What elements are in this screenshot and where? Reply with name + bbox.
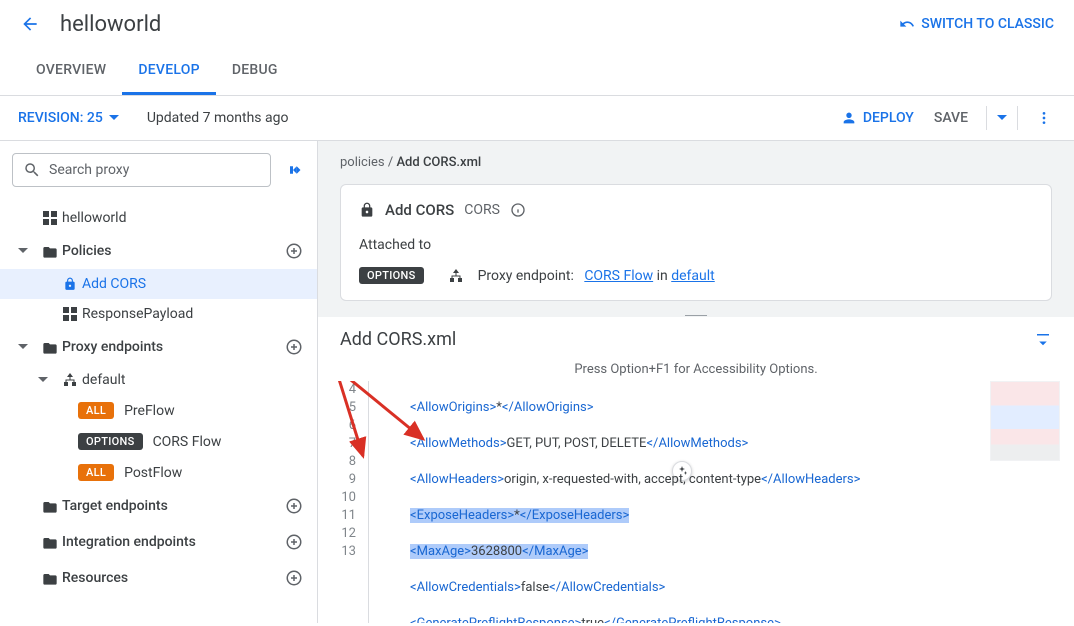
tree-resources[interactable]: Resources <box>0 560 317 596</box>
options-badge: OPTIONS <box>359 267 424 284</box>
default-link[interactable]: default <box>671 268 715 284</box>
all-badge: ALL <box>78 402 114 419</box>
undo-icon <box>899 16 915 32</box>
info-icon[interactable] <box>510 202 526 218</box>
policy-type: CORS <box>464 202 500 218</box>
folder-icon <box>38 244 62 258</box>
accessibility-banner: Press Option+F1 for Accessibility Option… <box>318 358 1074 381</box>
editor-title: Add CORS.xml <box>340 329 1034 350</box>
tree-target-endpoints[interactable]: Target endpoints <box>0 488 317 524</box>
tree-postflow[interactable]: ALL PostFlow <box>0 457 317 488</box>
fold-bar <box>368 381 382 623</box>
breadcrumb-current: Add CORS.xml <box>396 155 481 170</box>
content-area: policies / Add CORS.xml Add CORS CORS At… <box>318 141 1074 623</box>
chevron-down-icon[interactable] <box>38 375 58 385</box>
more-menu[interactable] <box>1032 106 1056 130</box>
search-icon <box>23 161 41 179</box>
tree-postflow-label: PostFlow <box>124 465 305 481</box>
tree-resources-label: Resources <box>62 570 283 586</box>
chevron-down-icon[interactable] <box>18 342 38 352</box>
chevron-down-icon <box>109 113 119 123</box>
endpoint-icon <box>448 268 464 284</box>
code-content[interactable]: <AllowOrigins>*</AllowOrigins> <AllowMet… <box>382 381 1074 623</box>
add-policy-icon[interactable] <box>283 240 305 262</box>
minimap[interactable] <box>990 381 1060 461</box>
add-target-endpoint-icon[interactable] <box>283 495 305 517</box>
chevron-down-icon[interactable] <box>18 246 38 256</box>
tab-develop[interactable]: DEVELOP <box>122 48 215 95</box>
add-resource-icon[interactable] <box>283 567 305 589</box>
tree-policies[interactable]: Policies <box>0 233 317 269</box>
divider <box>986 106 987 130</box>
tree-policies-label: Policies <box>62 243 283 259</box>
attached-to-label: Attached to <box>359 237 1033 253</box>
divider <box>1017 106 1018 130</box>
search-input[interactable] <box>49 162 260 178</box>
folder-icon <box>38 499 62 513</box>
tree-corsflow-label: CORS Flow <box>153 434 305 450</box>
deploy-icon <box>841 110 857 126</box>
tree-root[interactable]: helloworld <box>0 203 317 233</box>
updated-timestamp: Updated 7 months ago <box>147 110 841 126</box>
switch-to-classic-label: SWITCH TO CLASSIC <box>921 16 1054 32</box>
policy-info-card: Add CORS CORS Attached to OPTIONS Proxy … <box>340 184 1052 301</box>
tree-default[interactable]: default <box>0 365 317 395</box>
tree-response-payload[interactable]: ResponsePayload <box>0 299 317 329</box>
policy-title: Add CORS <box>385 201 454 219</box>
options-badge: OPTIONS <box>78 433 143 450</box>
collapse-editor-icon[interactable] <box>1034 331 1052 349</box>
code-editor[interactable]: 4 5 6 7 8 9 10 11 12 13 <AllowOrigins>*<… <box>318 381 1074 623</box>
all-badge: ALL <box>78 464 114 481</box>
breadcrumb-parent[interactable]: policies <box>340 155 385 170</box>
back-arrow-icon[interactable] <box>20 14 40 34</box>
tree-add-cors[interactable]: Add CORS <box>0 269 317 299</box>
line-gutter: 4 5 6 7 8 9 10 11 12 13 <box>318 381 368 623</box>
lock-icon <box>359 202 375 218</box>
save-dropdown[interactable] <box>993 109 1011 127</box>
folder-icon <box>38 571 62 585</box>
breadcrumb: policies / Add CORS.xml <box>318 141 1074 184</box>
tree-preflow[interactable]: ALL PreFlow <box>0 395 317 426</box>
tree-target-endpoints-label: Target endpoints <box>62 498 283 514</box>
tree-add-cors-label: Add CORS <box>82 276 305 292</box>
switch-to-classic-button[interactable]: SWITCH TO CLASSIC <box>899 16 1054 32</box>
save-button[interactable]: SAVE <box>934 110 968 126</box>
tree-proxy-endpoints[interactable]: Proxy endpoints <box>0 329 317 365</box>
endpoint-icon <box>58 372 82 388</box>
add-proxy-endpoint-icon[interactable] <box>283 336 305 358</box>
deploy-label: DEPLOY <box>863 110 914 126</box>
tree-preflow-label: PreFlow <box>124 403 305 419</box>
action-bar: REVISION: 25 Updated 7 months ago DEPLOY… <box>0 96 1074 141</box>
deploy-button[interactable]: DEPLOY <box>841 110 914 126</box>
lock-icon <box>58 277 82 291</box>
editor-panel: Add CORS.xml Press Option+F1 for Accessi… <box>318 317 1074 623</box>
tree-response-payload-label: ResponsePayload <box>82 306 305 322</box>
revision-dropdown[interactable]: REVISION: 25 <box>18 110 119 126</box>
proxy-icon <box>38 211 62 225</box>
tab-overview[interactable]: OVERVIEW <box>20 48 122 95</box>
proxy-endpoint-label: Proxy endpoint: <box>478 268 574 284</box>
folder-icon <box>38 340 62 354</box>
folder-icon <box>38 535 62 549</box>
page-title: helloworld <box>60 12 899 37</box>
tree-integration-endpoints[interactable]: Integration endpoints <box>0 524 317 560</box>
tree-corsflow[interactable]: OPTIONS CORS Flow <box>0 426 317 457</box>
revision-label: REVISION: 25 <box>18 110 103 126</box>
tab-debug[interactable]: DEBUG <box>216 48 294 95</box>
sidebar: helloworld Policies Add CORS ResponsePay… <box>0 141 318 623</box>
search-input-container[interactable] <box>12 153 271 187</box>
grid-icon <box>58 307 82 321</box>
tree-default-label: default <box>82 372 305 388</box>
cors-flow-link[interactable]: CORS Flow <box>584 268 653 284</box>
tab-bar: OVERVIEW DEVELOP DEBUG <box>0 48 1074 96</box>
tree-root-label: helloworld <box>62 210 305 226</box>
collapse-sidebar-icon[interactable] <box>287 161 305 179</box>
add-integration-endpoint-icon[interactable] <box>283 531 305 553</box>
tree-integration-endpoints-label: Integration endpoints <box>62 534 283 550</box>
tree-proxy-endpoints-label: Proxy endpoints <box>62 339 283 355</box>
tree: helloworld Policies Add CORS ResponsePay… <box>0 199 317 600</box>
